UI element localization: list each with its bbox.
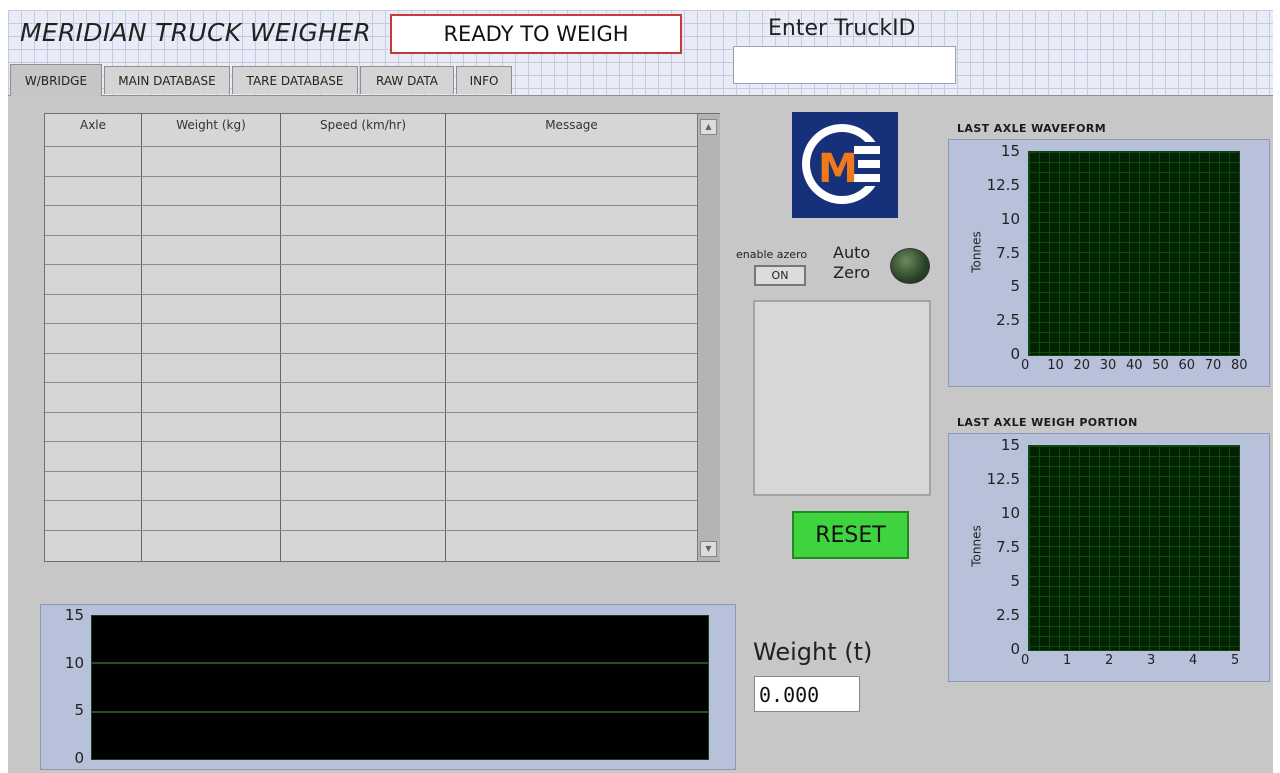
table-header: Axle Weight (kg) Speed (km/hr) Message bbox=[45, 114, 697, 147]
column-header-speed: Speed (km/hr) bbox=[319, 118, 406, 132]
x-tick-label: 40 bbox=[1126, 358, 1143, 373]
truck-id-label: Enter TruckID bbox=[768, 16, 916, 41]
y-tick-label: 2.5 bbox=[996, 606, 1020, 624]
y-tick-label: 5 bbox=[1010, 572, 1020, 590]
status-indicator: READY TO WEIGH bbox=[390, 14, 682, 54]
y-tick-label: 5 bbox=[1010, 277, 1020, 296]
waveform-graph-title: LAST AXLE WAVEFORM bbox=[957, 122, 1107, 135]
y-tick-label: 10 bbox=[64, 653, 84, 672]
auto-zero-line1: Auto bbox=[833, 243, 871, 262]
app-title: MERIDIAN TRUCK WEIGHER bbox=[20, 18, 372, 47]
x-tick-label: 50 bbox=[1152, 358, 1169, 373]
table-row bbox=[45, 500, 697, 501]
tab-wbridge[interactable]: W/BRIDGE bbox=[10, 64, 102, 96]
scroll-up-icon[interactable]: ▲ bbox=[700, 119, 717, 135]
auto-zero-led-icon bbox=[890, 248, 930, 284]
x-tick-label: 1 bbox=[1063, 653, 1072, 668]
column-header-weight: Weight (kg) bbox=[176, 118, 246, 132]
x-tick-label: 2 bbox=[1105, 653, 1114, 668]
table-row bbox=[45, 529, 697, 531]
enable-azero-label: enable azero bbox=[736, 248, 808, 261]
table-row bbox=[45, 146, 697, 147]
y-tick-label: 7.5 bbox=[996, 243, 1020, 262]
weight-label: Weight (t) bbox=[753, 638, 873, 666]
tab-info[interactable]: INFO bbox=[456, 66, 512, 94]
auto-zero-line2: Zero bbox=[833, 263, 870, 282]
y-tick-label: 15 bbox=[64, 606, 84, 624]
x-tick-label: 4 bbox=[1189, 653, 1198, 668]
y-tick-label: 12.5 bbox=[986, 470, 1020, 488]
x-tick-label: 0 bbox=[1021, 653, 1030, 668]
x-tick-label: 20 bbox=[1073, 358, 1091, 373]
table-scrollbar[interactable]: ▲ ▼ bbox=[697, 114, 720, 561]
y-axis-label: Tonnes bbox=[969, 230, 984, 273]
auto-zero-label: Auto Zero bbox=[833, 243, 870, 283]
tab-main-database[interactable]: MAIN DATABASE bbox=[104, 66, 230, 94]
table-row bbox=[45, 411, 697, 413]
logo-letter: M bbox=[818, 146, 858, 192]
y-tick-label: 10 bbox=[1000, 209, 1020, 228]
table-row bbox=[45, 234, 697, 236]
column-header-axle: Axle bbox=[79, 118, 107, 132]
tab-raw-data[interactable]: RAW DATA bbox=[360, 66, 454, 94]
message-display bbox=[753, 300, 931, 496]
table-row bbox=[45, 382, 697, 383]
meridian-logo: M bbox=[792, 112, 898, 218]
table-row bbox=[45, 323, 697, 324]
y-tick-label: 0 bbox=[1010, 345, 1020, 363]
x-tick-label: 5 bbox=[1231, 653, 1240, 668]
tab-tare-database[interactable]: TARE DATABASE bbox=[232, 66, 358, 94]
x-tick-label: 3 bbox=[1147, 653, 1156, 668]
column-divider bbox=[141, 114, 142, 561]
table-row bbox=[45, 293, 697, 295]
x-tick-label: 80 bbox=[1231, 358, 1248, 373]
table-row bbox=[45, 352, 697, 354]
y-tick-label: 7.5 bbox=[996, 538, 1020, 556]
y-tick-label: 0 bbox=[1010, 640, 1020, 658]
enable-azero-toggle[interactable]: ON bbox=[754, 265, 806, 286]
scroll-down-icon[interactable]: ▼ bbox=[700, 541, 717, 557]
x-tick-label: 30 bbox=[1099, 358, 1117, 373]
table-row bbox=[45, 470, 697, 472]
weigh-portion-graph-plot bbox=[1028, 445, 1240, 651]
x-tick-label: 60 bbox=[1178, 358, 1196, 373]
y-tick-label: 2.5 bbox=[996, 311, 1020, 330]
table-row bbox=[45, 205, 697, 206]
table-row bbox=[45, 264, 697, 265]
weight-graph-plot bbox=[91, 615, 709, 760]
column-divider bbox=[280, 114, 281, 561]
x-tick-label: 0 bbox=[1021, 358, 1030, 373]
x-tick-label: 70 bbox=[1204, 358, 1222, 373]
y-tick-label: 0 bbox=[74, 749, 84, 767]
y-tick-label: 10 bbox=[1000, 504, 1020, 522]
column-header-message: Message bbox=[545, 118, 598, 132]
y-tick-label: 12.5 bbox=[986, 175, 1020, 194]
table-row bbox=[45, 441, 697, 442]
column-divider bbox=[445, 114, 446, 561]
axle-table[interactable]: Axle Weight (kg) Speed (km/hr) Message ▲… bbox=[44, 113, 720, 562]
y-tick-label: 15 bbox=[1000, 142, 1020, 160]
y-tick-label: 5 bbox=[74, 701, 84, 720]
truck-id-input[interactable] bbox=[733, 46, 956, 84]
y-axis-label: Tonnes bbox=[969, 525, 984, 567]
waveform-graph-plot bbox=[1028, 151, 1240, 356]
y-tick-label: 15 bbox=[1000, 436, 1020, 454]
weight-value: 0.000 bbox=[754, 676, 860, 712]
x-tick-label: 10 bbox=[1047, 358, 1064, 373]
table-row bbox=[45, 175, 697, 177]
reset-button[interactable]: RESET bbox=[792, 511, 909, 559]
weigh-portion-graph-title: LAST AXLE WEIGH PORTION bbox=[957, 416, 1138, 429]
